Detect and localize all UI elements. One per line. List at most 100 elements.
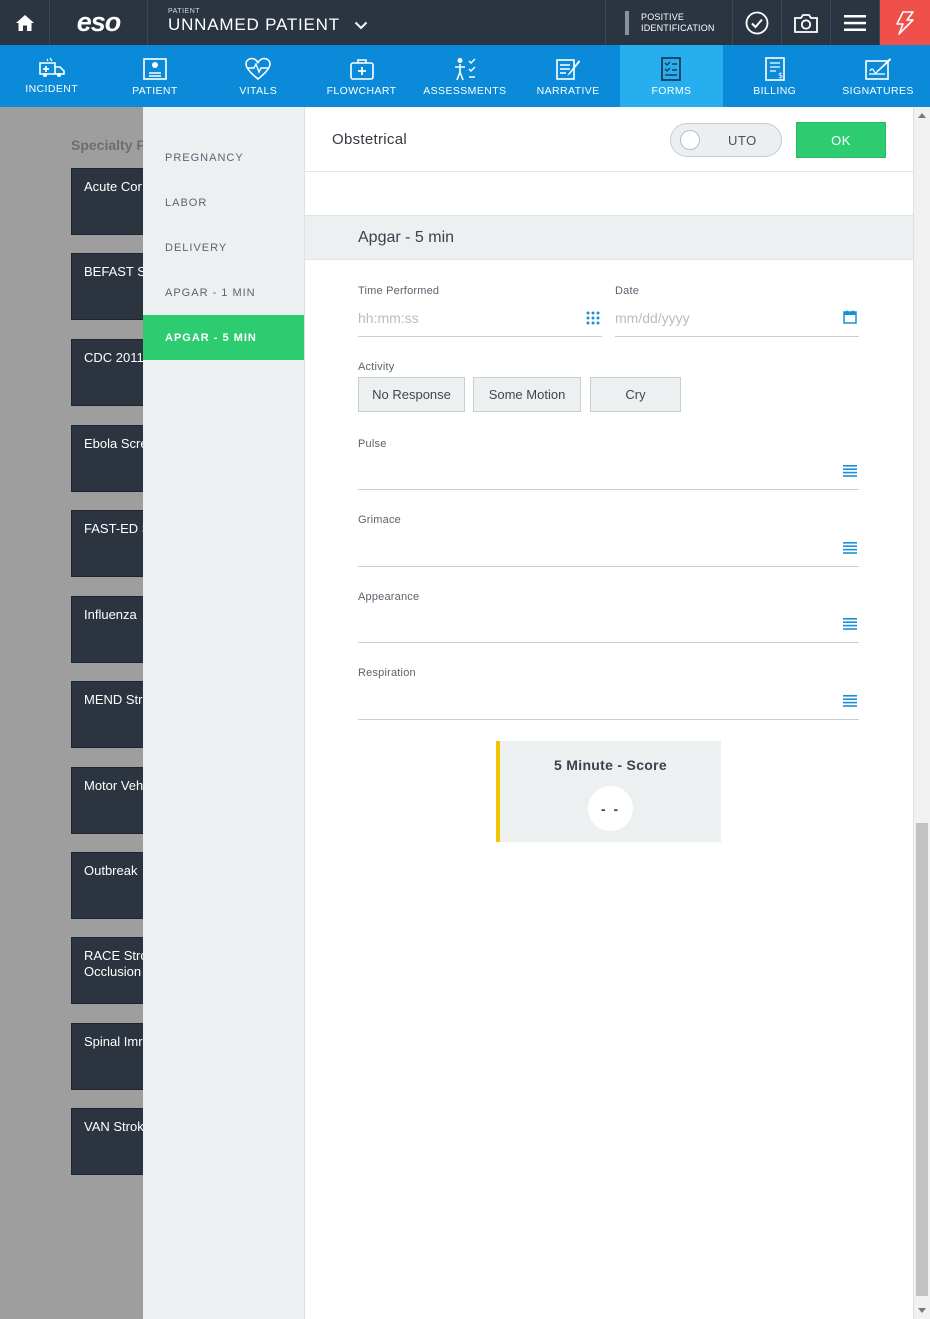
ok-button[interactable]: OK: [796, 122, 886, 158]
activity-cry-button[interactable]: Cry: [590, 377, 681, 412]
section-title: Apgar - 5 min: [358, 229, 455, 246]
specialty-tile[interactable]: Outbreak: [71, 852, 143, 919]
section-apgar-1-min[interactable]: APGAR - 1 MIN: [143, 270, 304, 315]
nav-incident[interactable]: INCIDENT: [0, 45, 103, 107]
home-button[interactable]: [0, 0, 50, 45]
tile-label: Ebola Scre: [84, 436, 143, 451]
specialty-tile[interactable]: Ebola Scre: [71, 425, 143, 492]
lightning-icon: [896, 10, 914, 35]
time-performed-input[interactable]: hh:mm:ss: [358, 310, 419, 326]
body-checklist-icon: [454, 58, 476, 81]
date-input[interactable]: mm/dd/yyyy: [615, 310, 690, 326]
tile-label: Influenza: [84, 607, 137, 622]
tile-label-line2: Occlusion: [84, 964, 142, 979]
positive-identification-button[interactable]: POSITIVE IDENTIFICATION: [606, 0, 733, 45]
camera-button[interactable]: [782, 0, 831, 45]
grimace-field[interactable]: [358, 566, 859, 567]
section-apgar-5-min[interactable]: APGAR - 5 MIN: [143, 315, 304, 360]
patient-selector[interactable]: PATIENT UNNAMED PATIENT: [148, 0, 606, 45]
calendar-icon[interactable]: [843, 310, 857, 324]
pulse-field[interactable]: [358, 489, 859, 490]
tile-label: RACE Stro: [84, 948, 143, 963]
patient-label: PATIENT: [168, 8, 201, 15]
nav-incident-label: INCIDENT: [25, 83, 79, 95]
nav-signatures[interactable]: SIGNATURES: [826, 45, 929, 107]
respiration-field[interactable]: [358, 719, 859, 720]
appearance-field[interactable]: [358, 642, 859, 643]
specialty-tile[interactable]: VAN Strok: [71, 1108, 143, 1175]
section-header: Apgar - 5 min: [305, 215, 913, 260]
list-picker-icon[interactable]: [843, 618, 857, 630]
section-delivery[interactable]: DELIVERY: [143, 225, 304, 270]
posid-line1: POSITIVE: [641, 11, 685, 22]
keypad-icon[interactable]: [586, 311, 600, 325]
list-picker-icon[interactable]: [843, 542, 857, 554]
scroll-down-arrow[interactable]: [918, 1308, 926, 1313]
specialty-tile[interactable]: Spinal Imr: [71, 1023, 143, 1090]
nav-signatures-label: SIGNATURES: [842, 85, 914, 97]
uto-toggle[interactable]: UTO: [670, 123, 782, 157]
complete-button[interactable]: [733, 0, 782, 45]
menu-icon: [844, 14, 866, 31]
nav-patient-label: PATIENT: [132, 85, 178, 97]
tile-label: FAST-ED S: [84, 521, 143, 536]
specialty-tile[interactable]: CDC 2011: [71, 339, 143, 406]
menu-button[interactable]: [831, 0, 880, 45]
tile-label: BEFAST St: [84, 264, 143, 279]
nav-assessments-label: ASSESSMENTS: [423, 85, 507, 97]
tile-label: Outbreak: [84, 863, 138, 878]
patient-card-icon: [143, 58, 167, 80]
eso-logo: eso: [50, 0, 148, 45]
nav-vitals-label: VITALS: [239, 85, 278, 97]
specialty-tile[interactable]: Motor Veh: [71, 767, 143, 834]
section-pregnancy[interactable]: PREGNANCY: [143, 135, 304, 180]
specialty-tile[interactable]: FAST-ED S: [71, 510, 143, 577]
time-field-underline: [358, 336, 602, 337]
chevron-down-icon: [354, 21, 368, 29]
date-label: Date: [615, 285, 640, 297]
appearance-label: Appearance: [358, 591, 420, 603]
tile-label: CDC 2011: [84, 350, 143, 365]
activity-label: Activity: [358, 361, 395, 373]
specialty-forms-background: Specialty F Acute Cor BEFAST St CDC 2011…: [0, 107, 143, 1319]
specialty-tile[interactable]: MEND Str: [71, 681, 143, 748]
scroll-up-arrow[interactable]: [918, 113, 926, 118]
specialty-tile[interactable]: BEFAST St: [71, 253, 143, 320]
checkmark-circle-icon: [745, 11, 769, 34]
list-picker-icon[interactable]: [843, 695, 857, 707]
nav-assessments[interactable]: ASSESSMENTS: [413, 45, 516, 107]
nav-narrative-label: NARRATIVE: [536, 85, 600, 97]
form-panel: Obstetrical UTO OK Apgar - 5 min Time Pe…: [305, 107, 913, 1319]
alert-button[interactable]: [880, 0, 930, 45]
uto-label: UTO: [728, 132, 757, 148]
nav-flowchart[interactable]: FLOWCHART: [310, 45, 413, 107]
scrollbar-thumb[interactable]: [916, 823, 928, 1296]
time-performed-label: Time Performed: [358, 285, 440, 297]
forms-checklist-icon: [661, 57, 682, 81]
respiration-label: Respiration: [358, 667, 416, 679]
activity-some-motion-button[interactable]: Some Motion: [473, 377, 581, 412]
score-value: - -: [588, 786, 633, 831]
specialty-tile[interactable]: Influenza: [71, 596, 143, 663]
nav-vitals[interactable]: VITALS: [207, 45, 310, 107]
patient-name: UNNAMED PATIENT: [168, 15, 340, 34]
top-bar: eso PATIENT UNNAMED PATIENT POSITIVE IDE…: [0, 0, 930, 45]
nav-billing[interactable]: $ BILLING: [723, 45, 826, 107]
activity-no-response-button[interactable]: No Response: [358, 377, 465, 412]
vertical-scrollbar[interactable]: [913, 107, 930, 1319]
list-picker-icon[interactable]: [843, 465, 857, 477]
nav-forms[interactable]: FORMS: [619, 45, 724, 107]
form-section-nav: PREGNANCY LABOR DELIVERY APGAR - 1 MIN A…: [143, 107, 305, 1319]
form-header: Obstetrical UTO OK: [305, 107, 913, 172]
nav-patient[interactable]: PATIENT: [103, 45, 206, 107]
nav-narrative[interactable]: NARRATIVE: [516, 45, 619, 107]
nav-forms-label: FORMS: [651, 85, 692, 97]
nav-flowchart-label: FLOWCHART: [326, 85, 397, 97]
medkit-icon: [349, 59, 374, 80]
specialty-tile[interactable]: Acute Cor: [71, 168, 143, 235]
form-title: Obstetrical: [332, 131, 407, 148]
camera-icon: [794, 13, 818, 33]
section-labor[interactable]: LABOR: [143, 180, 304, 225]
tile-label: VAN Strok: [84, 1119, 143, 1134]
specialty-tile[interactable]: RACE Stro Occlusion: [71, 937, 143, 1004]
